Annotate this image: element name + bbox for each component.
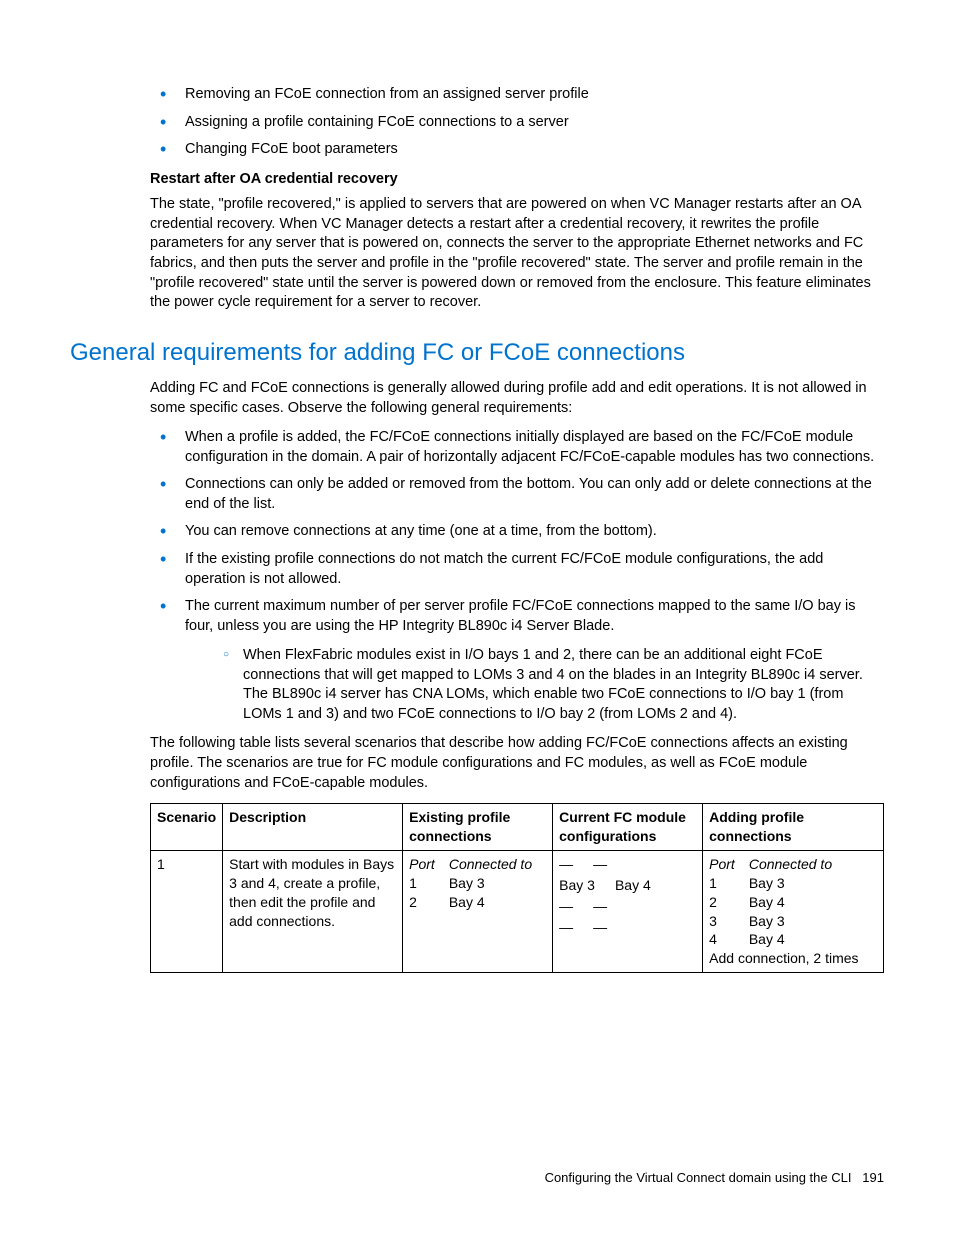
adding-conn: Bay 3 [749,912,832,931]
cell-scenario: 1 [151,850,223,972]
cfg-cell: Bay 3 [559,876,595,895]
cell-description: Start with modules in Bays 3 and 4, crea… [223,850,403,972]
cfg-cell: — [559,855,573,874]
requirements-list: When a profile is added, the FC/FCoE con… [150,428,884,724]
th-description: Description [223,804,403,851]
list-item: When a profile is added, the FC/FCoE con… [150,428,884,467]
adding-port: 2 [709,893,735,912]
list-item: You can remove connections at any time (… [150,522,884,542]
list-item: Assigning a profile containing FCoE conn… [150,113,884,133]
list-item: The current maximum number of per server… [150,597,884,724]
adding-port-label: Port [709,855,735,874]
page-footer: Configuring the Virtual Connect domain u… [545,1169,884,1187]
th-current: Current FC module configurations [553,804,703,851]
list-item: Removing an FCoE connection from an assi… [150,85,884,105]
cfg-cell: Bay 4 [615,876,651,895]
adding-conn: Bay 4 [749,930,832,949]
sub-list-item: When FlexFabric modules exist in I/O bay… [215,646,884,724]
intro-bullet-list: Removing an FCoE connection from an assi… [150,85,884,160]
th-existing: Existing profile connections [403,804,553,851]
existing-conn-label: Connected to [449,855,532,874]
cfg-cell: — [559,918,573,937]
list-item: Changing FCoE boot parameters [150,140,884,160]
existing-conn: Bay 4 [449,893,532,912]
scenario-table: Scenario Description Existing profile co… [150,803,884,973]
sub-list: When FlexFabric modules exist in I/O bay… [215,646,884,724]
cfg-cell: — [593,918,607,937]
adding-conn-label: Connected to [749,855,832,874]
adding-port: 4 [709,930,735,949]
cell-existing: Port 1 2 Connected to Bay 3 Bay 4 [403,850,553,972]
restart-heading: Restart after OA credential recovery [150,170,884,190]
cfg-cell: — [593,897,607,916]
existing-conn: Bay 3 [449,874,532,893]
footer-text: Configuring the Virtual Connect domain u… [545,1170,852,1185]
existing-port: 2 [409,893,435,912]
cfg-cell: — [559,897,573,916]
cell-current: — — Bay 3 Bay 4 — — — — [553,850,703,972]
existing-port-label: Port [409,855,435,874]
cell-adding: Port 1 2 3 4 Connected to Bay 3 Bay 4 Ba… [703,850,884,972]
list-item-text: The current maximum number of per server… [185,598,856,634]
restart-body: The state, "profile recovered," is appli… [150,195,884,312]
existing-port: 1 [409,874,435,893]
adding-note: Add connection, 2 times [709,949,877,968]
cfg-cell: — [593,855,607,874]
th-adding: Adding profile connections [703,804,884,851]
section-intro: Adding FC and FCoE connections is genera… [150,379,884,418]
table-header-row: Scenario Description Existing profile co… [151,804,884,851]
adding-conn: Bay 3 [749,874,832,893]
footer-page: 191 [862,1170,884,1185]
th-scenario: Scenario [151,804,223,851]
list-item: Connections can only be added or removed… [150,475,884,514]
list-item: If the existing profile connections do n… [150,550,884,589]
table-intro: The following table lists several scenar… [150,734,884,793]
table-row: 1 Start with modules in Bays 3 and 4, cr… [151,850,884,972]
adding-port: 1 [709,874,735,893]
adding-port: 3 [709,912,735,931]
section-title: General requirements for adding FC or FC… [70,337,884,369]
adding-conn: Bay 4 [749,893,832,912]
